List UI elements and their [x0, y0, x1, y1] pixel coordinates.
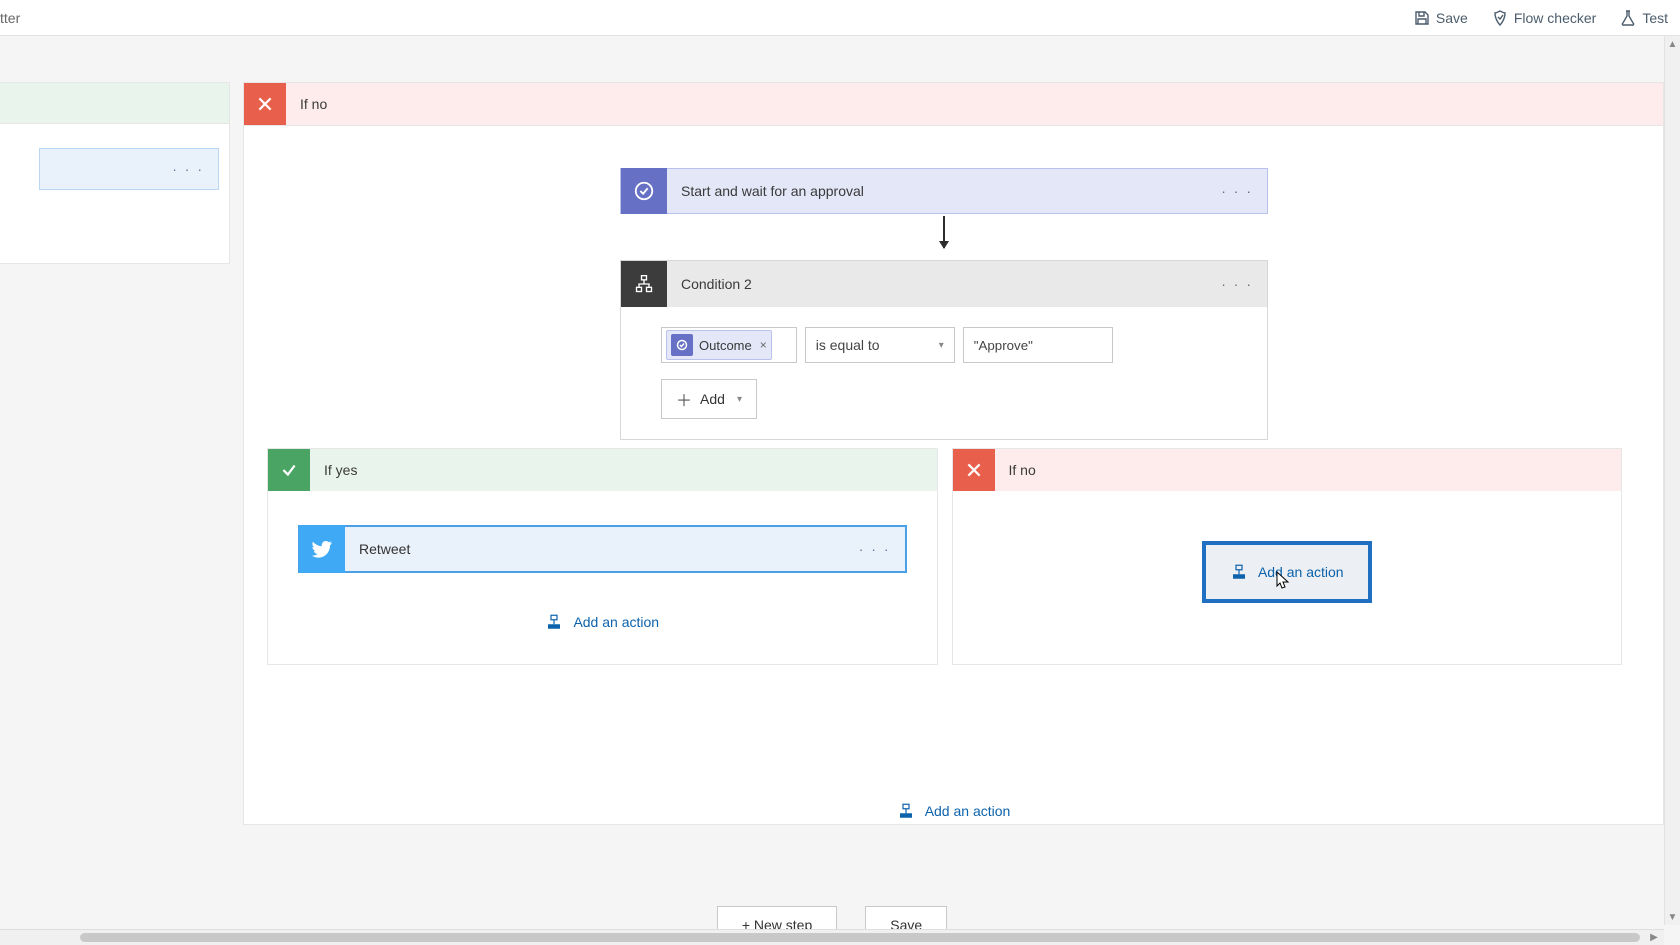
- add-action-icon: [1230, 563, 1248, 581]
- clipped-action-card[interactable]: · · ·: [39, 148, 219, 190]
- add-action-button[interactable]: Add an action: [545, 613, 659, 631]
- approval-action-card[interactable]: Start and wait for an approval · · ·: [620, 168, 1268, 214]
- add-action-icon: [545, 613, 563, 631]
- page-title-fragment: tter: [0, 10, 20, 26]
- more-icon[interactable]: · · ·: [1221, 276, 1267, 292]
- horizontal-scrollbar[interactable]: ▶: [0, 929, 1664, 945]
- add-action-bottom: Add an action: [243, 796, 1664, 841]
- condition-card[interactable]: Condition 2 · · · Outcome × is equal to …: [620, 260, 1268, 440]
- add-label: Add: [700, 391, 725, 407]
- close-icon: [244, 83, 286, 125]
- vertical-scrollbar[interactable]: ▲ ▼: [1664, 36, 1680, 925]
- condition-value-right[interactable]: [963, 327, 1113, 363]
- save-label: Save: [1436, 10, 1468, 26]
- approval-icon: [671, 334, 693, 356]
- condition-operator-select[interactable]: is equal to ▾: [805, 327, 955, 363]
- more-icon[interactable]: · · ·: [1221, 183, 1267, 199]
- more-icon[interactable]: · · ·: [859, 541, 905, 557]
- approval-icon: [621, 168, 667, 214]
- outer-if-yes-header[interactable]: [0, 82, 230, 124]
- condition-icon: [621, 261, 667, 307]
- if-no-label: If no: [995, 462, 1036, 478]
- scroll-down-icon[interactable]: ▼: [1665, 909, 1680, 925]
- add-condition-button[interactable]: ＋ Add ▾: [661, 379, 757, 419]
- save-icon: [1414, 10, 1430, 26]
- check-icon: [268, 449, 310, 491]
- flow-checker-label: Flow checker: [1514, 10, 1596, 26]
- if-no-header[interactable]: If no: [953, 449, 1622, 491]
- toolbar: Save Flow checker Test: [1414, 10, 1668, 26]
- topbar: tter Save Flow checker Test: [0, 0, 1680, 36]
- condition-value-left[interactable]: Outcome ×: [661, 327, 797, 363]
- add-action-button[interactable]: Add an action: [897, 802, 1011, 820]
- operator-label: is equal to: [816, 337, 880, 353]
- condition-branches: If yes Retweet · · · Add an action: [267, 448, 1622, 665]
- if-no-branch: If no Add an action: [952, 448, 1623, 665]
- more-icon[interactable]: · · ·: [172, 161, 204, 177]
- scrollbar-thumb[interactable]: [80, 933, 1640, 942]
- approval-label: Start and wait for an approval: [667, 183, 1221, 199]
- close-icon: [953, 449, 995, 491]
- twitter-icon: [299, 525, 345, 573]
- add-action-label: Add an action: [573, 614, 659, 630]
- token-name: Outcome: [699, 338, 752, 353]
- add-action-button-highlighted[interactable]: Add an action: [1202, 541, 1372, 603]
- test-label: Test: [1642, 10, 1668, 26]
- if-yes-body: Retweet · · · Add an action: [268, 491, 937, 664]
- scroll-up-icon[interactable]: ▲: [1665, 36, 1680, 52]
- retweet-action-card[interactable]: Retweet · · ·: [298, 525, 907, 573]
- if-no-body: Add an action: [953, 491, 1622, 633]
- if-yes-header[interactable]: If yes: [268, 449, 937, 491]
- flow-checker-button[interactable]: Flow checker: [1492, 10, 1596, 26]
- outcome-token[interactable]: Outcome ×: [666, 330, 772, 360]
- add-action-icon: [897, 802, 915, 820]
- test-button[interactable]: Test: [1620, 10, 1668, 26]
- save-button[interactable]: Save: [1414, 10, 1468, 26]
- outer-if-no-header[interactable]: If no: [243, 82, 1664, 126]
- plus-icon: ＋: [676, 387, 692, 411]
- condition-row: Outcome × is equal to ▾: [661, 327, 1227, 363]
- condition-title: Condition 2: [667, 276, 1221, 292]
- outer-if-no-label: If no: [286, 96, 327, 112]
- outer-if-yes-body: · · ·: [0, 124, 230, 264]
- scroll-right-icon[interactable]: ▶: [1648, 930, 1660, 945]
- flow-canvas[interactable]: · · · If no Start and wait for an approv…: [0, 36, 1664, 945]
- chevron-down-icon: ▾: [737, 394, 742, 405]
- add-action-label: Add an action: [925, 803, 1011, 819]
- connector-arrow: [943, 216, 945, 248]
- if-yes-branch: If yes Retweet · · · Add an action: [267, 448, 938, 665]
- retweet-label: Retweet: [345, 541, 859, 557]
- flow-checker-icon: [1492, 10, 1508, 26]
- condition-body: Outcome × is equal to ▾ ＋ Add ▾: [621, 307, 1267, 439]
- chevron-down-icon: ▾: [939, 340, 944, 351]
- if-yes-label: If yes: [310, 462, 357, 478]
- add-action-label: Add an action: [1258, 564, 1344, 580]
- remove-token-icon[interactable]: ×: [758, 338, 767, 352]
- outer-if-yes-branch-clipped: · · ·: [0, 82, 230, 264]
- test-icon: [1620, 10, 1636, 26]
